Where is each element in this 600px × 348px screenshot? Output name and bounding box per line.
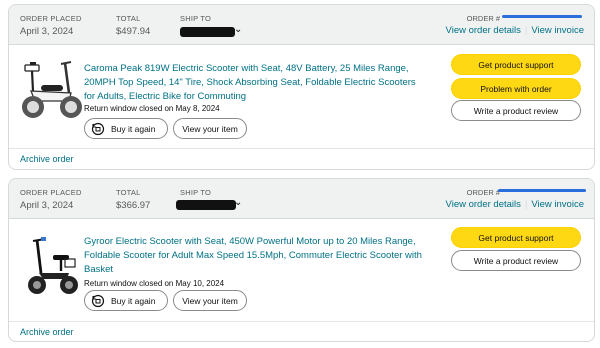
order-placed-label: ORDER PLACED — [20, 14, 82, 23]
order-total: $497.94 — [116, 26, 151, 37]
buy-it-again-label: Buy it again — [111, 123, 156, 134]
write-product-review-button[interactable]: Write a product review — [451, 100, 581, 121]
order-placed-label: ORDER PLACED — [20, 188, 82, 197]
ship-to-label: SHIP TO — [180, 14, 211, 23]
return-window-text: Return window closed on May 10, 2024 — [84, 279, 225, 288]
write-product-review-button[interactable]: Write a product review — [451, 250, 581, 271]
ship-to-redacted[interactable] — [176, 200, 236, 210]
return-window-text: Return window closed on May 8, 2024 — [84, 104, 220, 113]
view-your-item-label: View your item — [182, 123, 238, 134]
order-number-label: ORDER # — [466, 14, 500, 23]
buy-again-icon — [91, 294, 105, 308]
ship-to-redacted[interactable] — [180, 27, 235, 37]
product-title-link[interactable]: Gyroor Electric Scooter with Seat, 450W … — [84, 235, 424, 277]
chevron-down-icon[interactable]: ⌄ — [234, 197, 242, 208]
order-header: ORDER PLACED April 3, 2024 TOTAL $366.97… — [9, 179, 594, 219]
card-divider — [9, 321, 594, 322]
order-placed-date: April 3, 2024 — [20, 200, 74, 211]
order-header: ORDER PLACED April 3, 2024 TOTAL $497.94… — [9, 5, 594, 45]
total-label: TOTAL — [116, 188, 141, 197]
buy-again-icon — [91, 122, 105, 136]
archive-order-link[interactable]: Archive order — [20, 154, 74, 164]
order-number-redacted — [502, 15, 582, 18]
order-card: ORDER PLACED April 3, 2024 TOTAL $366.97… — [8, 178, 595, 342]
order-header-links: View order details | View invoice — [446, 25, 584, 36]
product-image[interactable] — [23, 233, 81, 299]
buy-it-again-button[interactable]: Buy it again — [84, 118, 168, 139]
ship-to-label: SHIP TO — [180, 188, 211, 197]
card-divider — [9, 148, 594, 149]
order-card: ORDER PLACED April 3, 2024 TOTAL $497.94… — [8, 4, 595, 170]
view-invoice-link[interactable]: View invoice — [531, 25, 584, 36]
archive-order-link[interactable]: Archive order — [20, 327, 74, 337]
product-title-link[interactable]: Caroma Peak 819W Electric Scooter with S… — [84, 62, 420, 104]
get-product-support-button[interactable]: Get product support — [451, 227, 581, 248]
view-order-details-link[interactable]: View order details — [446, 199, 521, 210]
link-separator: | — [524, 25, 528, 36]
link-separator: | — [524, 199, 528, 210]
order-number-redacted — [498, 189, 586, 192]
buy-it-again-label: Buy it again — [111, 295, 156, 306]
get-product-support-button[interactable]: Get product support — [451, 54, 581, 75]
view-order-details-link[interactable]: View order details — [446, 25, 521, 36]
chevron-down-icon[interactable]: ⌄ — [234, 24, 242, 35]
product-image[interactable] — [19, 57, 85, 123]
buy-it-again-button[interactable]: Buy it again — [84, 290, 168, 311]
problem-with-order-button[interactable]: Problem with order — [451, 78, 581, 99]
view-invoice-link[interactable]: View invoice — [531, 199, 584, 210]
order-header-links: View order details | View invoice — [446, 199, 584, 210]
order-total: $366.97 — [116, 200, 151, 211]
view-your-item-button[interactable]: View your item — [173, 118, 247, 139]
order-number-label: ORDER # — [466, 188, 500, 197]
view-your-item-label: View your item — [182, 295, 238, 306]
view-your-item-button[interactable]: View your item — [173, 290, 247, 311]
total-label: TOTAL — [116, 14, 141, 23]
order-placed-date: April 3, 2024 — [20, 26, 74, 37]
